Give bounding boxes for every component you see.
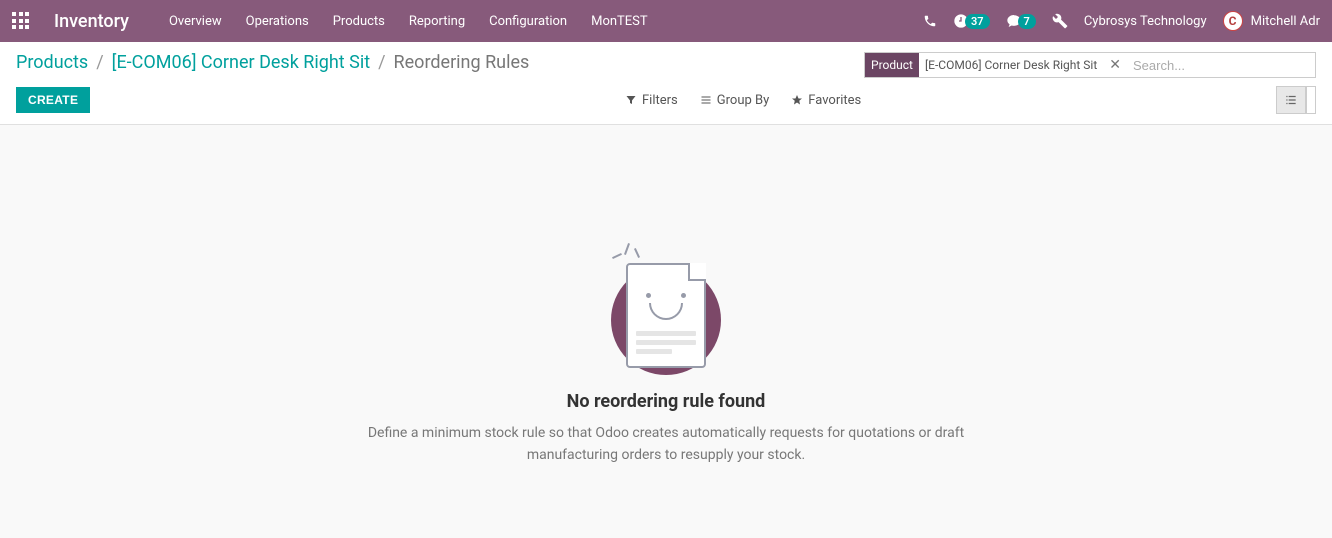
activities-badge: 37 — [965, 14, 990, 29]
breadcrumb-product[interactable]: [E-COM06] Corner Desk Right Sit — [112, 52, 370, 73]
nav-reporting[interactable]: Reporting — [409, 14, 465, 29]
nav-configuration[interactable]: Configuration — [489, 14, 567, 29]
apps-icon[interactable] — [12, 12, 30, 30]
user-avatar: C — [1223, 11, 1243, 31]
facet-remove-icon[interactable]: ✕ — [1103, 57, 1127, 73]
breadcrumb-current: Reordering Rules — [394, 52, 530, 73]
wrench-icon[interactable] — [1052, 13, 1068, 29]
facet-label: Product — [865, 53, 919, 77]
empty-illustration — [606, 245, 726, 375]
groupby-button[interactable]: Group By — [700, 93, 770, 108]
nav-menu: Overview Operations Products Reporting C… — [169, 14, 923, 29]
list-icon — [700, 94, 712, 106]
messages-badge: 7 — [1018, 14, 1036, 29]
app-brand[interactable]: Inventory — [54, 11, 129, 32]
nav-products[interactable]: Products — [333, 14, 385, 29]
content-area: No reordering rule found Define a minimu… — [0, 125, 1332, 525]
breadcrumb-products[interactable]: Products — [16, 52, 88, 73]
messages-button[interactable]: 7 — [1006, 13, 1036, 29]
facet-value: [E-COM06] Corner Desk Right Sit — [919, 58, 1103, 72]
search-facet-product: Product [E-COM06] Corner Desk Right Sit … — [865, 53, 1127, 77]
star-icon — [791, 94, 803, 106]
funnel-icon — [625, 94, 637, 106]
list-view-button[interactable] — [1276, 86, 1306, 114]
nav-right: 37 7 Cybrosys Technology C Mitchell Adr — [923, 11, 1320, 31]
view-more-button[interactable] — [1306, 86, 1316, 114]
top-navbar: Inventory Overview Operations Products R… — [0, 0, 1332, 42]
activities-button[interactable]: 37 — [953, 13, 990, 29]
search-input[interactable] — [1127, 53, 1315, 77]
list-view-icon — [1284, 93, 1298, 107]
empty-description: Define a minimum stock rule so that Odoo… — [356, 422, 976, 467]
breadcrumb: Products / [E-COM06] Corner Desk Right S… — [16, 52, 529, 73]
favorites-button[interactable]: Favorites — [791, 93, 861, 108]
create-button[interactable]: CREATE — [16, 87, 90, 113]
search-options: Filters Group By Favorites — [210, 93, 1276, 108]
nav-montest[interactable]: MonTEST — [591, 14, 648, 29]
filters-button[interactable]: Filters — [625, 93, 678, 108]
company-name[interactable]: Cybrosys Technology — [1084, 14, 1207, 29]
user-menu[interactable]: C Mitchell Adr — [1223, 11, 1320, 31]
nav-overview[interactable]: Overview — [169, 14, 222, 29]
nav-operations[interactable]: Operations — [246, 14, 309, 29]
control-panel: Products / [E-COM06] Corner Desk Right S… — [0, 42, 1332, 125]
phone-icon[interactable] — [923, 14, 937, 28]
user-name: Mitchell Adr — [1251, 14, 1320, 29]
search-bar: Product [E-COM06] Corner Desk Right Sit … — [864, 52, 1316, 78]
empty-title: No reordering rule found — [567, 391, 766, 412]
view-switcher — [1276, 86, 1316, 114]
